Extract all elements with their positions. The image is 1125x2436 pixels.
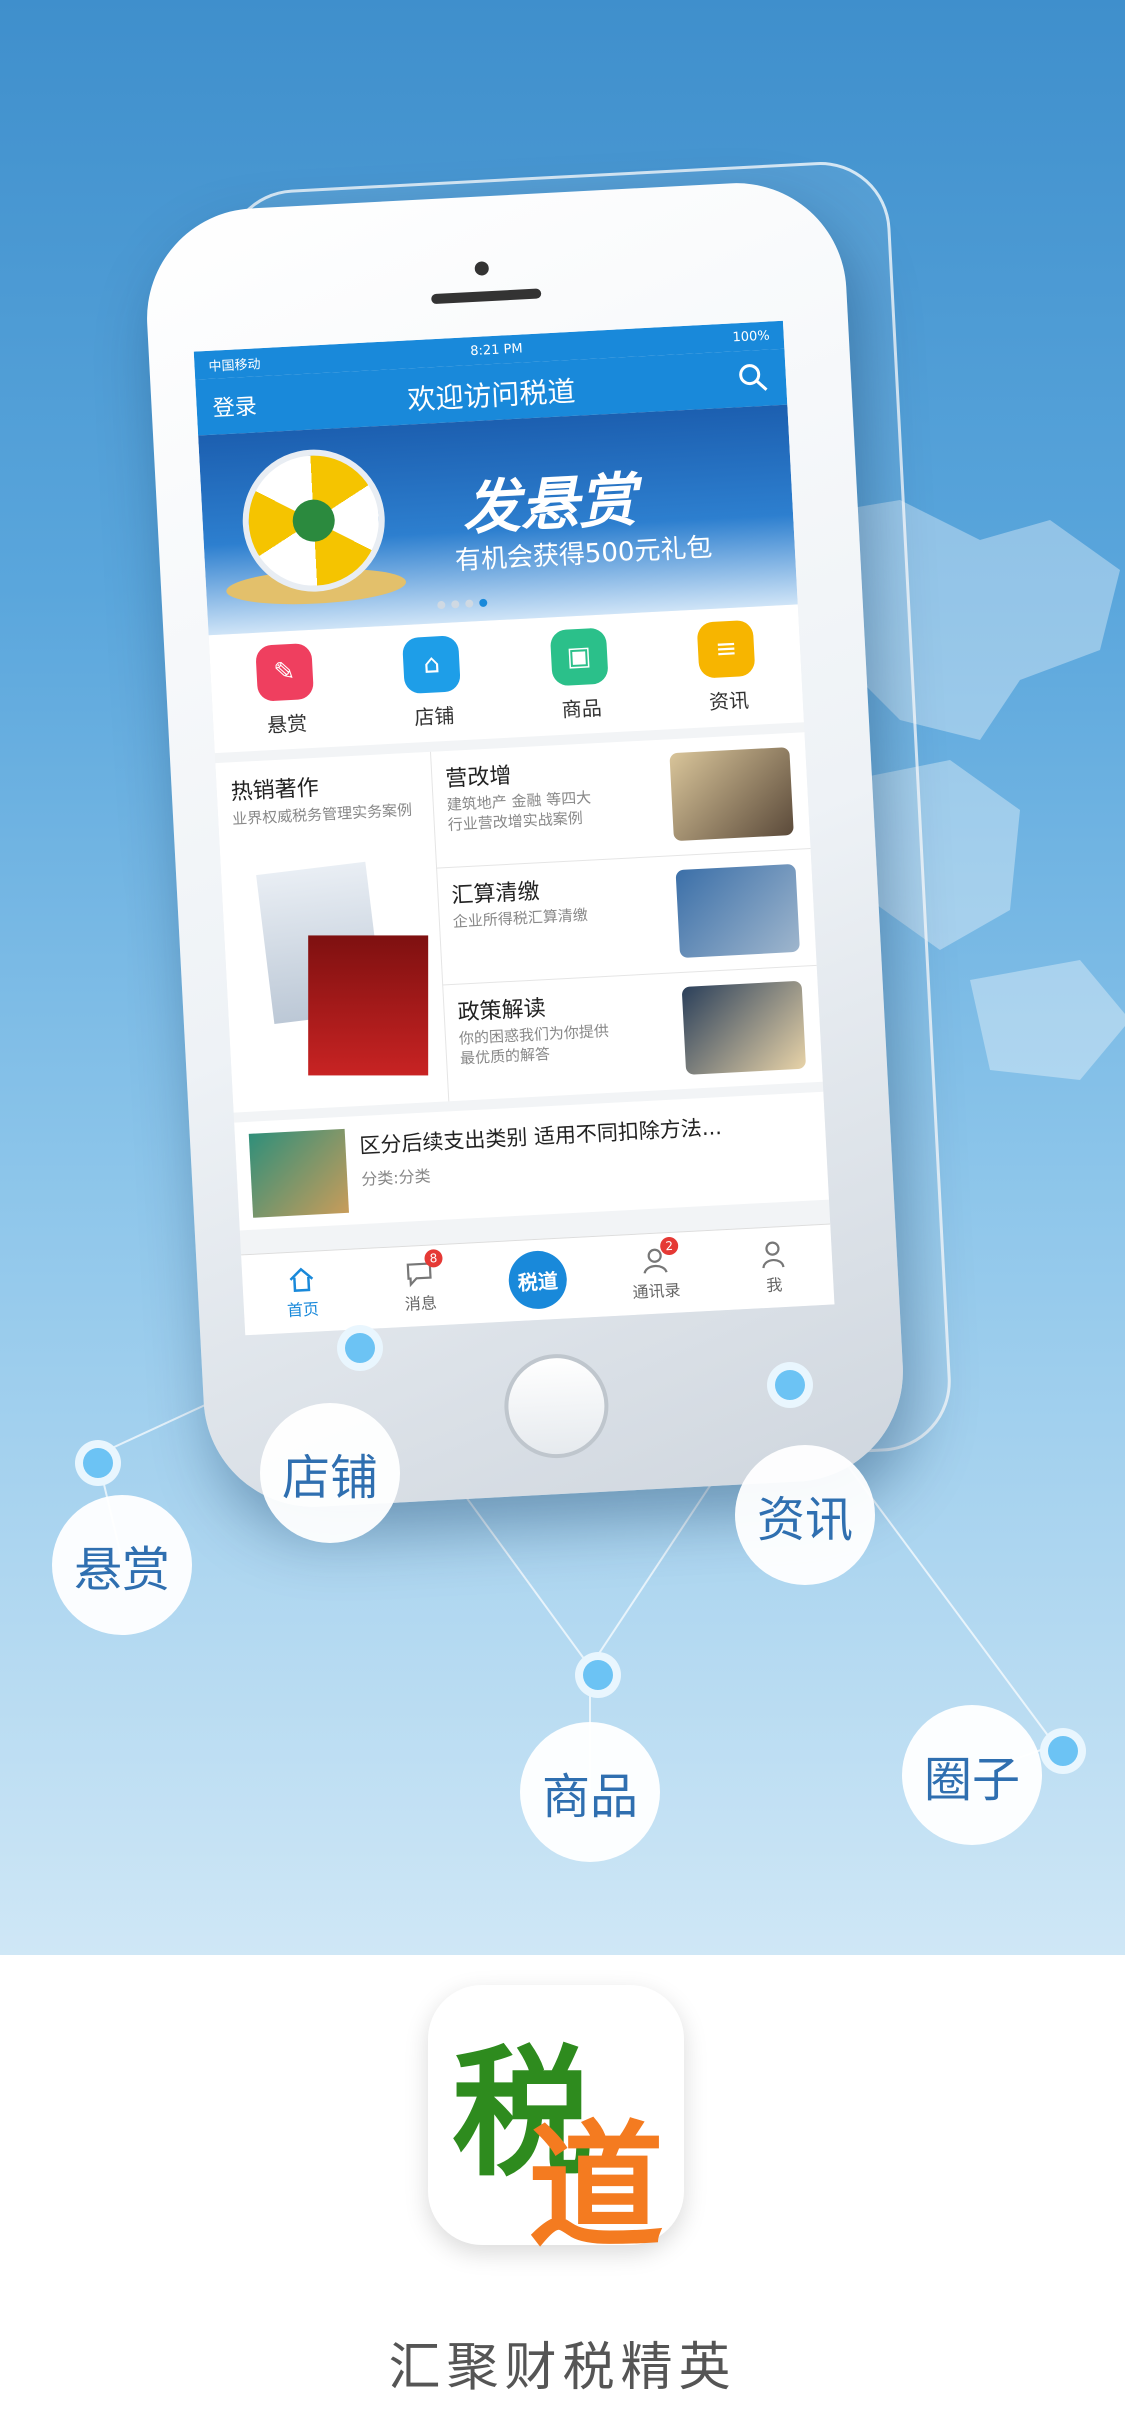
tile-desc: 你的困惑我们为你提供最优质的解答	[458, 1021, 610, 1068]
message-badge: 8	[424, 1248, 443, 1268]
tile-yinggaizeng[interactable]: 营改增 建筑地产 金融 等四大行业营改增实战案例	[429, 732, 811, 869]
connector-node	[337, 1325, 383, 1371]
product-icon: ▣	[549, 626, 609, 686]
news-thumbnail	[248, 1128, 350, 1218]
phone-camera	[474, 261, 490, 276]
news-title: 区分后续支出类别 适用不同扣除方法...	[358, 1115, 723, 1159]
feature-bubble-shangpin: 商品	[520, 1722, 660, 1862]
feature-grid: 热销著作 业界权威税务管理实务案例 营改增 建筑地产 金融 等四大行业营改增实战…	[215, 732, 823, 1113]
tile-zhengce[interactable]: 政策解读 你的困惑我们为你提供最优质的解答	[442, 966, 823, 1101]
books-image	[251, 861, 432, 1081]
clock: 8:21 PM	[469, 340, 524, 359]
app-screen: 中国移动 8:21 PM 100% 登录 欢迎访问税道 发悬赏 有机会获得500…	[193, 320, 835, 1336]
connector-node	[1040, 1728, 1086, 1774]
connector-node	[575, 1652, 621, 1698]
tab-label: 首页	[286, 1299, 320, 1321]
tab-me[interactable]: 我	[732, 1238, 815, 1298]
tab-label: 消息	[404, 1293, 438, 1314]
tab-home[interactable]: 首页	[261, 1262, 344, 1322]
books-graduation-image	[681, 980, 807, 1075]
coins-image	[669, 747, 794, 842]
search-icon[interactable]	[737, 362, 769, 394]
battery-label: 100%	[732, 328, 771, 345]
category-xuanshang[interactable]: ✎ 悬赏	[254, 642, 316, 738]
news-category: 分类:分类	[360, 1166, 432, 1190]
category-shangpin[interactable]: ▣ 商品	[549, 626, 611, 723]
tab-messages[interactable]: 8 消息	[379, 1248, 462, 1316]
app-logo: 税 道	[428, 1985, 684, 2267]
feature-bubble-dianpu: 店铺	[260, 1403, 400, 1543]
tile-desc: 建筑地产 金融 等四大行业营改增实战案例	[446, 788, 592, 834]
phone-mockup: 中国移动 8:21 PM 100% 登录 欢迎访问税道 发悬赏 有机会获得500…	[141, 177, 909, 1513]
tile-title: 营改增	[444, 763, 513, 793]
category-dianpu[interactable]: ⌂ 店铺	[402, 634, 463, 731]
category-label: 店铺	[413, 703, 455, 730]
tab-shuidao[interactable]: 税道	[496, 1249, 579, 1311]
carousel-dot[interactable]	[451, 600, 460, 609]
tab-label: 通讯录	[632, 1280, 681, 1302]
carousel-dot[interactable]	[465, 599, 474, 608]
phone-home-button	[501, 1351, 612, 1461]
feature-bubble-zixun: 资讯	[735, 1445, 875, 1585]
hot-books-card[interactable]: 热销著作 业界权威税务管理实务案例	[215, 751, 450, 1113]
promo-banner[interactable]: 发悬赏 有机会获得500元礼包	[198, 404, 798, 636]
hero-background: 中国移动 8:21 PM 100% 登录 欢迎访问税道 发悬赏 有机会获得500…	[0, 0, 1125, 1955]
book-cover	[308, 935, 429, 1076]
tab-label: 我	[765, 1275, 783, 1295]
tile-title: 政策解读	[457, 996, 547, 1026]
carousel-indicator	[437, 598, 488, 610]
carousel-dot-active[interactable]	[479, 598, 488, 608]
category-zixun[interactable]: ≡ 资讯	[696, 619, 758, 715]
category-label: 资讯	[708, 687, 750, 714]
connector-node	[75, 1440, 121, 1486]
connector-node	[767, 1362, 813, 1408]
category-label: 商品	[561, 695, 603, 722]
news-icon: ≡	[696, 619, 756, 679]
center-tab-button: 税道	[507, 1249, 569, 1311]
tab-contacts[interactable]: 2 通讯录	[614, 1236, 697, 1304]
tile-huisuan[interactable]: 汇算清缴 企业所得税汇算清缴	[436, 849, 817, 986]
news-item[interactable]: 区分后续支出类别 适用不同扣除方法... 分类:分类	[234, 1091, 829, 1231]
phone-speaker	[431, 288, 542, 305]
wheel-center	[291, 498, 336, 543]
user-icon	[762, 1241, 785, 1269]
footer-section: 税 道 汇聚财税精英	[0, 1955, 1125, 2436]
contacts-badge: 2	[659, 1236, 679, 1256]
reward-icon: ✎	[254, 642, 314, 702]
tile-title: 汇算清缴	[450, 879, 541, 909]
app-slogan: 汇聚财税精英	[388, 2338, 737, 2398]
carousel-dot[interactable]	[437, 600, 446, 610]
category-label: 悬赏	[266, 710, 308, 737]
home-icon	[289, 1267, 314, 1292]
feature-bubble-xuanshang: 悬赏	[52, 1495, 192, 1635]
tab-bar: 首页 8 消息 税道 2 通讯录 我	[241, 1223, 835, 1336]
feature-bubble-quanzi: 圈子	[902, 1705, 1042, 1845]
carrier-label: 中国移动	[208, 356, 261, 375]
logo-char-dao: 道	[528, 2107, 664, 2267]
store-icon: ⌂	[402, 634, 462, 694]
calculator-image	[675, 863, 800, 959]
hot-books-title: 热销著作	[230, 775, 320, 806]
